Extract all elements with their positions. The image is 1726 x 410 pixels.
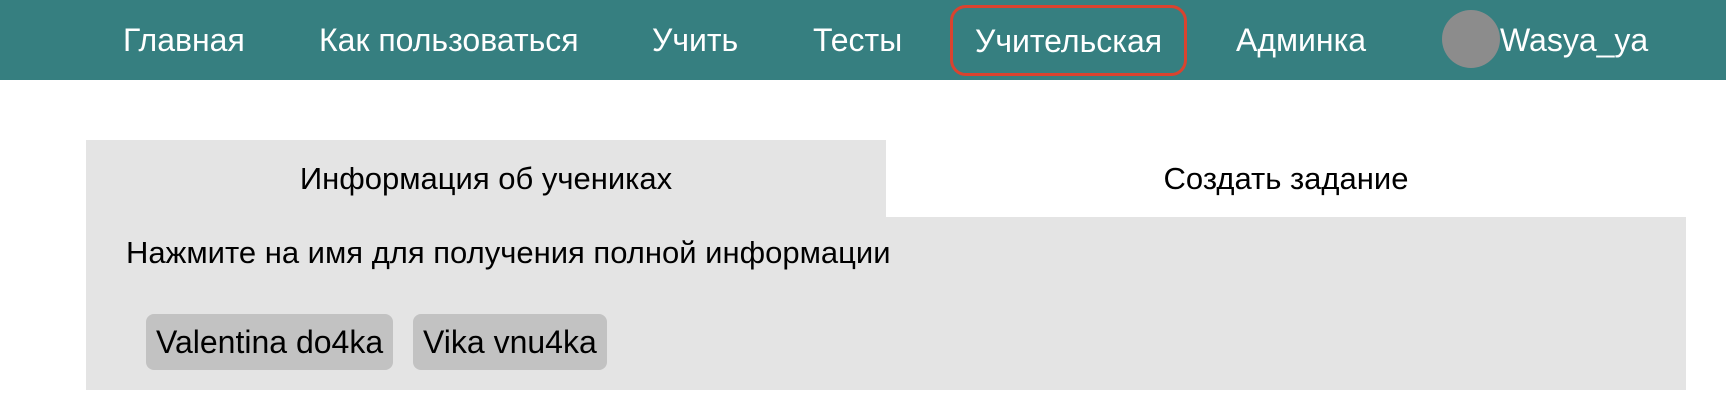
student-chip[interactable]: Valentina do4ka [146,314,394,370]
top-navbar: Главная Как пользоваться Учить Тесты Учи… [0,0,1726,80]
nav-item-tests[interactable]: Тесты [813,0,902,80]
students-tab-content: Нажмите на имя для получения полной инфо… [86,217,1686,390]
tab-create-assignment[interactable]: Создать задание [886,140,1686,217]
nav-item-teachers-room[interactable]: Учительская [950,5,1188,76]
students-hint: Нажмите на имя для получения полной инфо… [126,235,891,270]
tab-student-info[interactable]: Информация об учениках [86,140,886,217]
student-chip[interactable]: Vika vnu4ka [413,314,607,370]
nav-item-home[interactable]: Главная [123,0,245,80]
teacher-panel: Информация об учениках Создать задание Н… [86,140,1686,390]
nav-item-learn[interactable]: Учить [652,0,738,80]
user-name[interactable]: Wasya_ya [1500,0,1648,80]
nav-item-admin[interactable]: Админка [1236,0,1366,80]
user-avatar-icon[interactable] [1442,10,1500,68]
nav-item-how-to-use[interactable]: Как пользоваться [319,0,579,80]
